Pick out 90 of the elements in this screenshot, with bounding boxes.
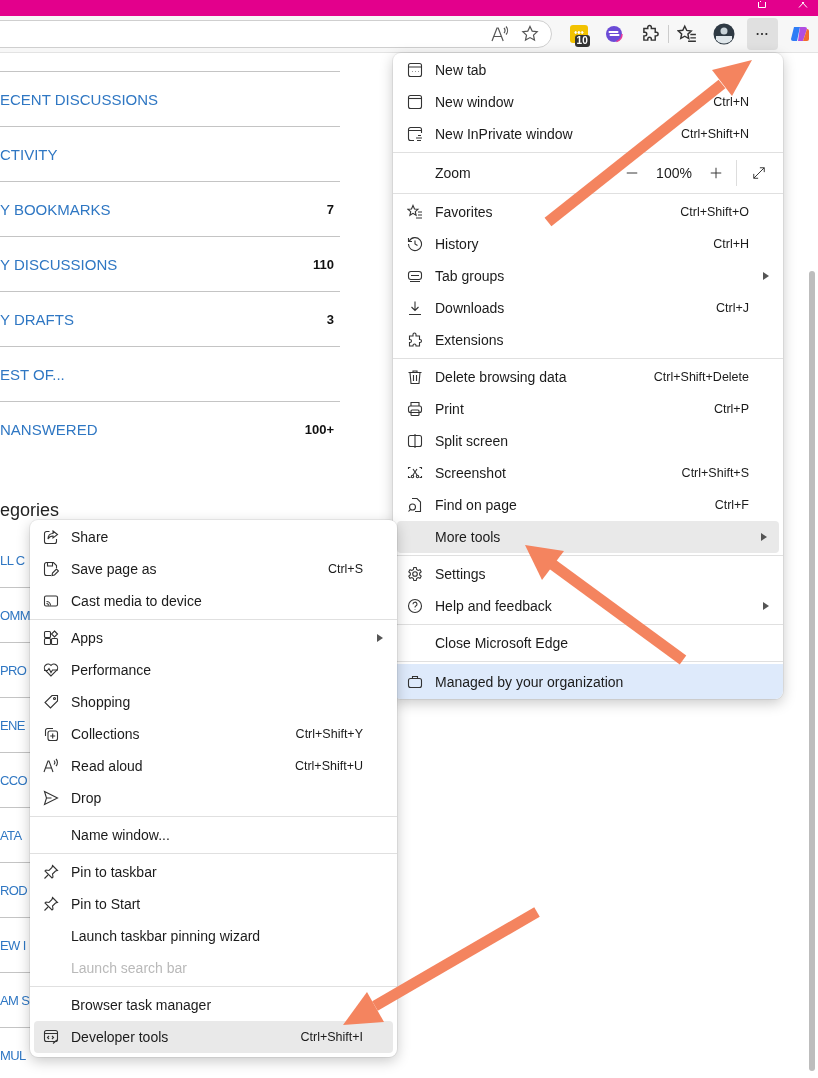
printer-icon — [407, 401, 423, 417]
cast-icon — [43, 593, 59, 609]
menu-item[interactable]: More tools — [397, 521, 779, 553]
count-label: 110 — [313, 256, 334, 272]
expand-icon — [752, 166, 766, 180]
menu-item[interactable]: Find on page Ctrl+F — [393, 489, 783, 521]
menu-item[interactable]: Share — [30, 521, 397, 553]
extension-badge: 10 — [574, 35, 590, 47]
favorite-star-icon[interactable] — [520, 25, 539, 43]
menu-item[interactable]: Delete browsing data Ctrl+Shift+Delete — [393, 361, 783, 393]
nav-link[interactable]: EST OF... — [0, 365, 65, 383]
menu-item[interactable]: Print Ctrl+P — [393, 393, 783, 425]
download-icon — [407, 300, 423, 316]
pin-icon — [43, 864, 59, 880]
category-link[interactable]: CCO — [0, 772, 28, 788]
scrollbar-thumb[interactable] — [809, 271, 815, 1071]
menu-item[interactable]: Developer tools Ctrl+Shift+I — [34, 1021, 393, 1053]
send-icon — [43, 790, 59, 806]
menu-item[interactable]: History Ctrl+H — [393, 228, 783, 260]
menu-item[interactable]: Extensions — [393, 324, 783, 356]
menu-item[interactable]: New window Ctrl+N — [393, 86, 783, 118]
nav-link[interactable]: Y BOOKMARKS — [0, 200, 111, 218]
avatar-icon[interactable] — [712, 23, 735, 45]
menu-item[interactable]: Close Microsoft Edge — [393, 627, 783, 659]
category-link[interactable]: ROD — [0, 882, 28, 898]
pin-icon — [43, 896, 59, 912]
history-icon — [407, 236, 423, 252]
menu-item[interactable]: Browser task manager — [30, 989, 397, 1021]
menu-item[interactable]: Favorites Ctrl+Shift+O — [393, 196, 783, 228]
menu-item[interactable]: Collections Ctrl+Shift+Y — [30, 718, 397, 750]
category-link[interactable]: MUL — [0, 1047, 26, 1063]
category-link[interactable]: LL C — [0, 552, 25, 568]
menu-item[interactable]: Downloads Ctrl+J — [393, 292, 783, 324]
menu-item[interactable]: New InPrivate window Ctrl+Shift+N — [393, 118, 783, 150]
puzzle-icon — [407, 332, 423, 348]
collections-icon — [43, 726, 59, 742]
section-heading: egories — [0, 500, 60, 521]
count-label: 7 — [326, 201, 334, 217]
category-link[interactable]: EW I — [0, 937, 26, 953]
split-screen-icon — [407, 433, 423, 449]
menu-item[interactable]: Drop — [30, 782, 397, 814]
apps-icon — [43, 630, 59, 646]
briefcase-icon — [407, 673, 423, 690]
read-aloud-icon — [43, 758, 59, 774]
read-aloud-icon[interactable] — [490, 25, 509, 43]
menu-item[interactable]: Name window... — [30, 819, 397, 851]
count-label: 100+ — [304, 421, 334, 437]
menu-item[interactable]: Screenshot Ctrl+Shift+S — [393, 457, 783, 489]
nav-link[interactable]: CTIVITY — [0, 145, 58, 163]
find-page-icon — [407, 497, 423, 513]
zoom-label: Zoom — [435, 165, 472, 181]
save-icon — [43, 561, 59, 577]
trash-icon — [407, 369, 423, 385]
heartbeat-icon — [43, 662, 59, 678]
category-link[interactable]: PRO — [0, 662, 27, 678]
help-icon — [407, 598, 423, 614]
menu-item[interactable]: Launch taskbar pinning wizard — [30, 920, 397, 952]
private-window-icon — [407, 126, 423, 142]
zoom-level: 100% — [655, 165, 693, 181]
developer-tools-icon — [43, 1029, 59, 1045]
menu-item[interactable]: Split screen — [393, 425, 783, 457]
category-link[interactable]: ATA — [0, 827, 22, 843]
nav-link[interactable]: Y DISCUSSIONS — [0, 255, 118, 273]
nav-link[interactable]: NANSWERED — [0, 420, 98, 438]
plus-icon — [709, 166, 723, 180]
screenshot-icon — [407, 465, 423, 481]
menu-item[interactable]: New tab — [393, 54, 783, 86]
restore-icon[interactable] — [758, 2, 768, 8]
tag-icon — [43, 694, 59, 710]
menu-item[interactable]: Tab groups — [393, 260, 783, 292]
close-icon[interactable] — [798, 2, 808, 8]
category-link[interactable]: AM S — [0, 992, 30, 1008]
nav-link[interactable]: Y DRAFTS — [0, 310, 74, 328]
copilot-icon[interactable] — [790, 24, 810, 44]
count-label: 3 — [326, 311, 334, 327]
menu-item[interactable]: Pin to Start — [30, 888, 397, 920]
menu-item[interactable]: Read aloud Ctrl+Shift+U — [30, 750, 397, 782]
more-icon — [755, 32, 770, 36]
menu-item[interactable]: Pin to taskbar — [30, 856, 397, 888]
category-link[interactable]: ENE — [0, 717, 25, 733]
extension-icon[interactable] — [603, 24, 624, 44]
star-list-icon — [407, 204, 423, 220]
settings-icon — [407, 566, 423, 582]
window-icon — [407, 94, 423, 110]
share-icon — [43, 529, 59, 545]
category-link[interactable]: OMM — [0, 607, 30, 623]
favorites-icon[interactable] — [676, 24, 697, 44]
new-tab-icon — [407, 62, 423, 78]
tab-stack-icon — [407, 268, 423, 284]
nav-link[interactable]: ECENT DISCUSSIONS — [0, 90, 159, 108]
